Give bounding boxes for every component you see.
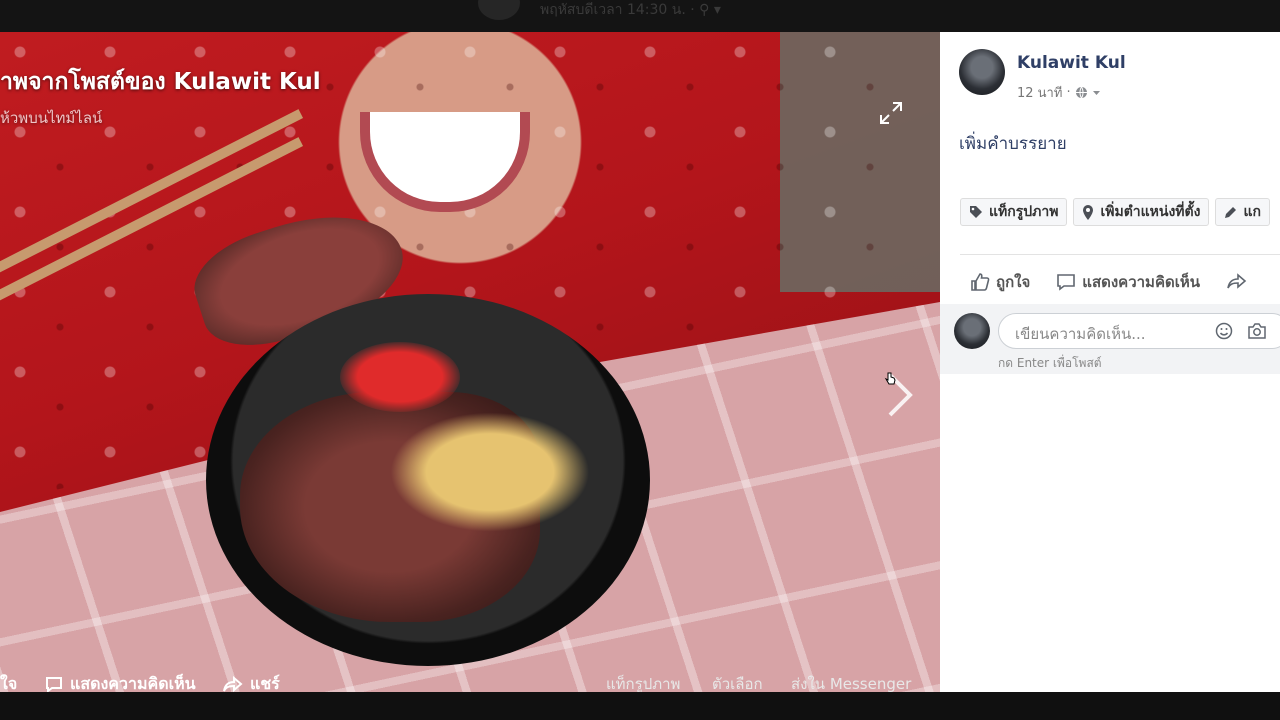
edit-label: แก bbox=[1243, 204, 1261, 220]
post-reaction-bar: ถูกใจ แสดงความคิดเห็น bbox=[970, 270, 1274, 294]
comment-icon bbox=[1057, 274, 1076, 291]
photo-like-button[interactable]: ใจ bbox=[0, 672, 17, 692]
background-avatar bbox=[478, 0, 520, 20]
edit-button[interactable]: แก bbox=[1215, 198, 1270, 226]
post-time[interactable]: 12 นาที bbox=[1017, 82, 1062, 103]
author-avatar[interactable] bbox=[959, 49, 1005, 95]
comment-label: แสดงความคิดเห็น bbox=[1082, 273, 1200, 291]
pencil-icon bbox=[1225, 206, 1237, 218]
tag-photo-label: แท็กรูปภาพ bbox=[989, 204, 1059, 220]
tag-photo-button[interactable]: แท็กรูปภาพ bbox=[960, 198, 1068, 226]
add-location-button[interactable]: เพิ่มตำแหน่งที่ตั้ง bbox=[1073, 198, 1210, 226]
share-icon bbox=[223, 675, 243, 692]
background-bottombar bbox=[0, 692, 1280, 720]
photo-share-button[interactable]: แชร์ bbox=[222, 672, 280, 692]
post-meta: 12 นาที · bbox=[1017, 82, 1101, 103]
background-topbar: พฤหัสบดีเวลา 14:30 น. · ⚲ ▾ bbox=[0, 0, 1280, 32]
commenter-avatar bbox=[954, 313, 990, 349]
photo-share-label: แชร์ bbox=[250, 674, 280, 692]
add-caption-link[interactable]: เพิ่มคำบรรยาย bbox=[959, 130, 1067, 157]
comment-composer: เขียนความคิดเห็น... กด Enter เพื่อโพสต์ bbox=[940, 304, 1280, 374]
mouse-cursor-icon bbox=[884, 372, 896, 385]
expand-icon[interactable] bbox=[878, 100, 904, 126]
location-pin-icon bbox=[1083, 204, 1094, 220]
add-location-label: เพิ่มตำแหน่งที่ตั้ง bbox=[1100, 204, 1201, 220]
photo-garlic-chips bbox=[390, 412, 590, 532]
photo-like-label: ใจ bbox=[0, 674, 18, 692]
photo-comment-label: แสดงความคิดเห็น bbox=[70, 674, 196, 692]
comment-input[interactable]: เขียนความคิดเห็น... bbox=[998, 313, 1280, 349]
photo-messenger-link[interactable]: ส่งใน Messenger bbox=[791, 672, 911, 692]
thumbs-up-icon bbox=[971, 273, 990, 291]
post-side-panel: Kulawit Kul 12 นาที · เพิ่มคำบรรยาย แท็ก… bbox=[940, 32, 1280, 692]
share-button[interactable] bbox=[1226, 270, 1248, 294]
photo-subtitle: ห้วพบนไทม์ไลน์ bbox=[0, 109, 103, 127]
meta-separator: · bbox=[1066, 85, 1071, 100]
photo-pickled-ginger bbox=[340, 342, 460, 412]
share-icon bbox=[1227, 273, 1247, 289]
comment-icon bbox=[46, 676, 62, 692]
divider bbox=[960, 254, 1280, 255]
photo-viewer[interactable]: าพจากโพสต์ของ Kulawit Kul ห้วพบนไทม์ไลน์… bbox=[0, 32, 940, 692]
author-name[interactable]: Kulawit Kul bbox=[1017, 53, 1126, 73]
emoji-icon[interactable] bbox=[1215, 322, 1233, 340]
globe-icon[interactable] bbox=[1075, 86, 1088, 99]
like-label: ถูกใจ bbox=[996, 273, 1031, 291]
photo-action-bar: ใจ แสดงความคิดเห็น แชร์ แท็กรูปภาพ ตัวเล… bbox=[0, 672, 940, 692]
caret-down-icon[interactable] bbox=[1092, 88, 1101, 97]
camera-icon[interactable] bbox=[1247, 322, 1267, 340]
like-button[interactable]: ถูกใจ bbox=[970, 270, 1030, 294]
photo-title-text: าพจากโพสต์ของ Kulawit Kul bbox=[0, 69, 321, 95]
post-tag-toolbar: แท็กรูปภาพ เพิ่มตำแหน่งที่ตั้ง แก bbox=[960, 198, 1270, 226]
comment-hint: กด Enter เพื่อโพสต์ bbox=[998, 356, 1102, 370]
photo-tag-link[interactable]: แท็กรูปภาพ bbox=[606, 672, 680, 692]
photo-title: าพจากโพสต์ของ Kulawit Kul ห้วพบนไทม์ไลน์ bbox=[0, 64, 321, 130]
photo-comment-button[interactable]: แสดงความคิดเห็น bbox=[44, 672, 196, 692]
tag-icon bbox=[970, 206, 982, 218]
photo-options-link[interactable]: ตัวเลือก bbox=[712, 672, 763, 692]
comment-button[interactable]: แสดงความคิดเห็น bbox=[1056, 270, 1200, 294]
comment-placeholder: เขียนความคิดเห็น... bbox=[1015, 325, 1146, 343]
background-timestamp: พฤหัสบดีเวลา 14:30 น. · ⚲ ▾ bbox=[540, 2, 721, 18]
